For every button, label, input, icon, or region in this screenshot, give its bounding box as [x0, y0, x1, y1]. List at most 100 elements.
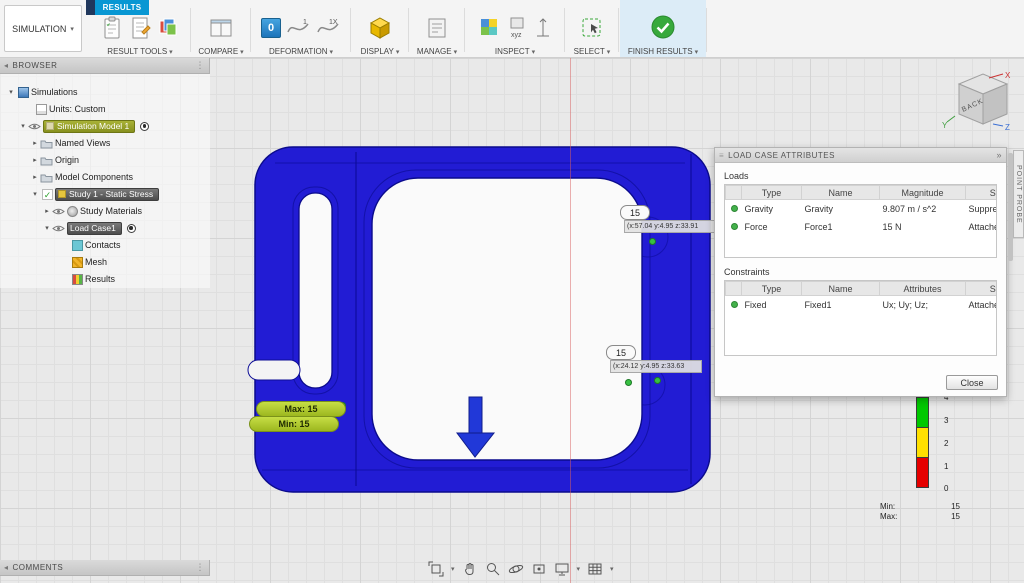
tree-item-model-components[interactable]: ▸ Model Components [0, 169, 210, 185]
visibility-eye-icon[interactable] [52, 207, 65, 216]
tree-item-results[interactable]: Results [0, 271, 210, 287]
view-cube[interactable]: BACK X Y Z [941, 68, 1019, 132]
active-model-radio[interactable] [140, 122, 149, 131]
probe-value-marker[interactable]: 15 [620, 205, 650, 220]
group-label-select[interactable]: SELECT▾ [574, 47, 611, 56]
close-button[interactable]: Close [946, 375, 998, 390]
probe-point-icon[interactable] [625, 379, 632, 386]
tree-item-origin[interactable]: ▸ Origin [0, 152, 210, 168]
navigation-bar: ▾ ▾ ▾ [428, 559, 614, 579]
panel-grip-icon[interactable]: ⋮ [196, 60, 206, 71]
look-at-icon[interactable] [531, 561, 547, 577]
display-settings-icon[interactable] [554, 561, 570, 577]
col-type[interactable]: Type [742, 282, 802, 296]
workspace-switcher[interactable]: SIMULATION ▾ [4, 5, 82, 52]
browser-panel-header[interactable]: ◂ BROWSER ⋮ [0, 58, 210, 74]
load-row-force[interactable]: Force Force1 15 N Attache [726, 218, 998, 236]
active-load-case-radio[interactable] [127, 224, 136, 233]
col-status-icon[interactable] [726, 282, 742, 296]
tree-item-units[interactable]: Units: Custom [0, 101, 210, 117]
tree-item-study-materials[interactable]: ▸ Study Materials [0, 203, 210, 219]
point-probe-tab-label: POINT PROBE [1015, 165, 1022, 224]
tree-item-load-case[interactable]: ▾ Load Case1 [0, 220, 210, 236]
legend-green-segment[interactable] [916, 397, 929, 428]
expand-arrow-icon[interactable]: ▾ [30, 190, 40, 198]
group-label-deformation[interactable]: DEFORMATION▾ [269, 47, 333, 56]
tree-item-simulations[interactable]: ▾ Simulations [0, 84, 210, 100]
col-type[interactable]: Type [742, 186, 802, 200]
finish-results-check-icon[interactable] [648, 14, 678, 42]
tree-item-simulation-model[interactable]: ▾ Simulation Model 1 [0, 118, 210, 134]
deformation-scale-icon[interactable]: 0 [261, 18, 281, 38]
group-label-display[interactable]: DISPLAY▾ [361, 47, 400, 56]
constraint-row-fixed[interactable]: Fixed Fixed1 Ux; Uy; Uz; Attache [726, 296, 998, 314]
col-name[interactable]: Name [802, 186, 880, 200]
max-result-label[interactable]: Max: 15 [256, 401, 346, 417]
select-icon[interactable] [580, 15, 604, 41]
pan-icon[interactable] [462, 561, 478, 577]
tree-item-mesh[interactable]: Mesh [0, 254, 210, 270]
probe-value-marker[interactable]: 15 [606, 345, 636, 360]
zoom-icon[interactable] [485, 561, 501, 577]
visibility-eye-icon[interactable] [52, 224, 65, 233]
simulate-checklist-icon[interactable] [100, 15, 124, 41]
tree-item-contacts[interactable]: Contacts [0, 237, 210, 253]
deformation-scaled-icon[interactable]: 1X [315, 16, 341, 40]
point-probe-tab[interactable]: POINT PROBE [1013, 150, 1024, 238]
collapse-comments-icon[interactable]: ◂ [4, 563, 9, 572]
col-magnitude[interactable]: Magnitude [880, 186, 966, 200]
legend-yellow-segment[interactable] [916, 427, 929, 458]
manage-icon[interactable] [425, 15, 449, 41]
inspect-results-icon[interactable] [477, 15, 501, 41]
probe-point-icon[interactable] [649, 238, 656, 245]
point-probe-icon[interactable]: xyz [505, 15, 529, 41]
measure-icon[interactable] [533, 15, 553, 41]
col-status[interactable]: Sta [966, 186, 998, 200]
expand-arrow-icon[interactable]: ▸ [30, 156, 40, 164]
tree-item-named-views[interactable]: ▸ Named Views [0, 135, 210, 151]
panel-grip-icon[interactable]: ⋮ [196, 562, 206, 573]
expand-arrow-icon[interactable]: ▾ [18, 122, 28, 130]
group-label-compare[interactable]: COMPARE▾ [198, 47, 243, 56]
group-label-inspect[interactable]: INSPECT▾ [495, 47, 535, 56]
dialog-header[interactable]: ≡ LOAD CASE ATTRIBUTES » [715, 148, 1006, 163]
collapse-browser-icon[interactable]: ◂ [4, 61, 9, 70]
visibility-eye-icon[interactable] [28, 122, 41, 131]
compare-icon[interactable] [208, 15, 234, 41]
expand-arrow-icon[interactable]: ▾ [42, 224, 52, 232]
legend-red-segment[interactable] [916, 457, 929, 488]
report-icon[interactable] [128, 15, 152, 41]
expand-arrow-icon[interactable]: ▸ [30, 139, 40, 147]
group-label-result-tools[interactable]: RESULT TOOLS▾ [107, 47, 172, 56]
display-cube-icon[interactable] [368, 15, 392, 41]
active-study-badge[interactable]: Study 1 - Static Stress [55, 188, 159, 201]
result-layers-icon[interactable] [156, 15, 180, 41]
fit-view-icon[interactable] [428, 561, 444, 577]
probe-point-icon[interactable] [654, 377, 661, 384]
comments-panel-header[interactable]: ◂ COMMENTS ⋮ [0, 560, 210, 576]
tree-item-study[interactable]: ▾ ✓ Study 1 - Static Stress [0, 186, 210, 202]
chevron-down-icon[interactable]: ▾ [451, 565, 455, 573]
grid-settings-icon[interactable] [587, 561, 603, 577]
col-attributes[interactable]: Attributes [880, 282, 966, 296]
group-label-finish-results[interactable]: FINISH RESULTS▾ [628, 47, 698, 56]
min-result-label[interactable]: Min: 15 [249, 416, 339, 432]
deformation-actual-icon[interactable]: 1 [285, 16, 311, 40]
expand-panel-icon[interactable]: » [996, 150, 1002, 160]
group-label-manage[interactable]: MANAGE▾ [417, 47, 457, 56]
active-model-badge[interactable]: Simulation Model 1 [43, 120, 135, 133]
expand-arrow-icon[interactable]: ▸ [30, 173, 40, 181]
tab-results[interactable]: RESULTS [95, 0, 149, 15]
expand-arrow-icon[interactable]: ▾ [6, 88, 16, 96]
chevron-down-icon[interactable]: ▾ [610, 565, 614, 573]
col-name[interactable]: Name [802, 282, 880, 296]
scrollbar-thumb[interactable] [1008, 153, 1013, 261]
orbit-icon[interactable] [508, 561, 524, 577]
active-load-case-badge[interactable]: Load Case1 [67, 222, 122, 235]
chevron-down-icon[interactable]: ▾ [577, 565, 581, 573]
drag-handle-icon[interactable]: ≡ [719, 151, 724, 160]
col-status-icon[interactable] [726, 186, 742, 200]
load-row-gravity[interactable]: Gravity Gravity 9.807 m / s^2 Suppres [726, 200, 998, 218]
expand-arrow-icon[interactable]: ▸ [42, 207, 52, 215]
col-status[interactable]: Sta [966, 282, 998, 296]
